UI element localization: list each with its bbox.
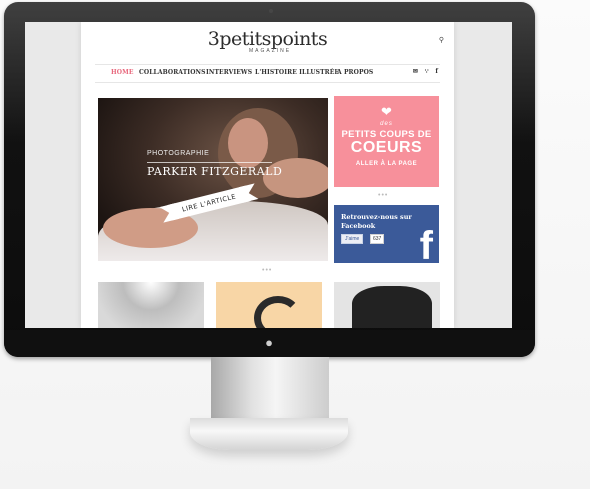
monitor-stand-neck: [211, 357, 329, 422]
hero-title[interactable]: PARKER FITZGERALD: [147, 165, 282, 178]
camera-dot: [269, 9, 273, 13]
hook-illustration: [254, 296, 302, 328]
hero-kicker: PHOTOGRAPHIE: [147, 150, 210, 157]
apple-logo-icon: ●: [265, 335, 273, 350]
webpage: 3petitspoints MAGAZINE ⚲ HOME COLLABORAT…: [81, 22, 454, 328]
facebook-like-button[interactable]: J'aime: [341, 234, 364, 244]
hero-photo-face: [228, 118, 268, 168]
mail-icon[interactable]: ✉: [413, 68, 418, 75]
hero-slide[interactable]: PHOTOGRAPHIE PARKER FITZGERALD LIRE L'AR…: [98, 98, 328, 261]
monitor-stand-foot: [190, 418, 348, 450]
promo-pager[interactable]: •••: [378, 192, 388, 199]
screen: 3petitspoints MAGAZINE ⚲ HOME COLLABORAT…: [25, 22, 512, 328]
facebook-logo-icon: f: [419, 224, 433, 263]
site-logo[interactable]: 3petitspoints: [81, 28, 454, 50]
heart-laurel-icon: ❤: [381, 104, 392, 119]
promo-small-text: des: [380, 121, 393, 127]
main-nav: HOME COLLABORATIONS INTERVIEWS L'HISTOIR…: [95, 64, 440, 83]
nav-item-histoire-illustree[interactable]: L'HISTOIRE ILLUSTRÉE: [255, 69, 339, 76]
nav-item-collaborations[interactable]: COLLABORATIONS: [139, 69, 206, 76]
nav-item-interviews[interactable]: INTERVIEWS: [206, 69, 252, 76]
facebook-like-count: 637: [370, 234, 385, 244]
article-thumbnail-3[interactable]: [334, 282, 440, 328]
hero-photo-arm: [263, 158, 328, 198]
hero-divider: [147, 162, 272, 163]
facebook-widget[interactable]: Retrouvez-nous sur Facebook J'aime 637 f: [334, 205, 439, 263]
facebook-icon[interactable]: f: [435, 68, 438, 75]
nav-item-home[interactable]: HOME: [111, 69, 134, 76]
search-icon[interactable]: ⚲: [439, 36, 444, 44]
nav-social-icons: ✉ ∵ f: [408, 68, 438, 75]
promo-line2: COEURS: [350, 139, 423, 156]
imac-mockup: ● 3petitspoints MAGAZINE ⚲ HOME COLLABOR…: [0, 0, 590, 489]
crown-illustration: [352, 286, 432, 328]
coups-de-coeur-promo[interactable]: ❤ des PETITS COUPS DE COEURS ALLER À LA …: [334, 96, 439, 187]
rss-icon[interactable]: ∵: [425, 68, 429, 75]
article-thumbnail-1[interactable]: [98, 282, 204, 328]
hero-pager[interactable]: •••: [262, 267, 272, 274]
promo-cta[interactable]: ALLER À LA PAGE: [334, 161, 439, 167]
site-logo-subtitle: MAGAZINE: [249, 48, 292, 54]
nav-item-a-propos[interactable]: A PROPOS: [337, 69, 373, 76]
article-thumbnail-2[interactable]: [216, 282, 322, 328]
